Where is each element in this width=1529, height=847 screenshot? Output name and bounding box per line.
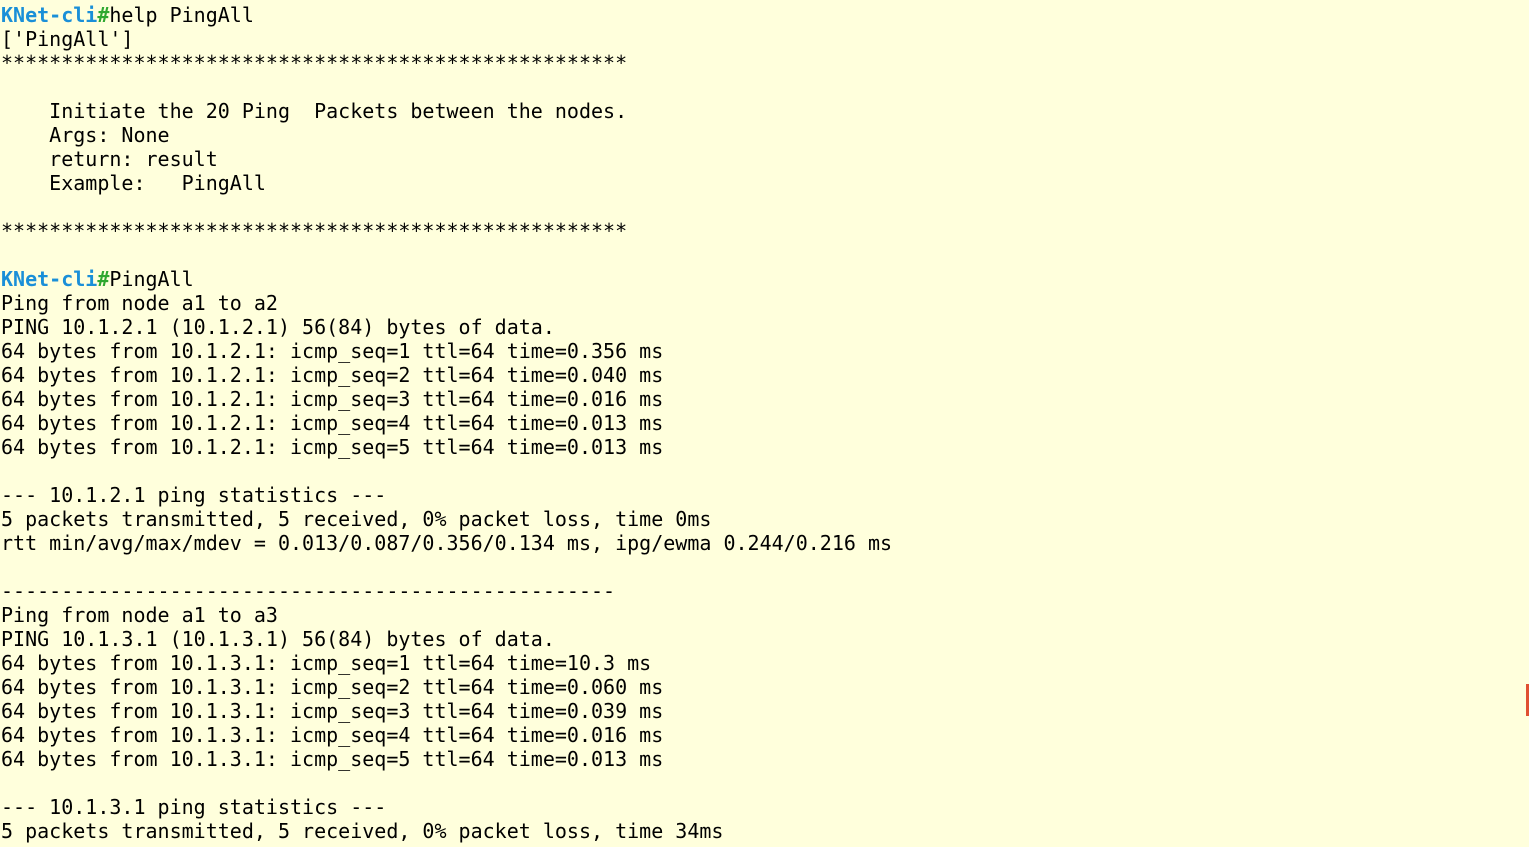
output-line: 64 bytes from 10.1.2.1: icmp_seq=2 ttl=6… bbox=[1, 363, 664, 387]
output-line: 64 bytes from 10.1.3.1: icmp_seq=1 ttl=6… bbox=[1, 651, 652, 675]
output-line: ****************************************… bbox=[1, 219, 628, 243]
output-line: 64 bytes from 10.1.2.1: icmp_seq=3 ttl=6… bbox=[1, 387, 664, 411]
output-line: --- 10.1.2.1 ping statistics --- bbox=[1, 483, 387, 507]
output-line: 64 bytes from 10.1.3.1: icmp_seq=5 ttl=6… bbox=[1, 747, 664, 771]
prompt-line: KNet-cli#PingAll bbox=[1, 267, 1529, 291]
output-line: 5 packets transmitted, 5 received, 0% pa… bbox=[1, 819, 724, 843]
output-line: 64 bytes from 10.1.3.1: icmp_seq=3 ttl=6… bbox=[1, 699, 664, 723]
output-line: PING 10.1.3.1 (10.1.3.1) 56(84) bytes of… bbox=[1, 627, 555, 651]
command-text: PingAll bbox=[109, 267, 194, 291]
prompt-line: KNet-cli#help PingAll bbox=[1, 3, 1529, 27]
prompt-host: KNet-cli bbox=[1, 3, 98, 27]
output-line: 64 bytes from 10.1.2.1: icmp_seq=5 ttl=6… bbox=[1, 435, 664, 459]
output-line: Ping from node a1 to a3 bbox=[1, 603, 278, 627]
prompt-symbol: # bbox=[97, 3, 110, 27]
output-line: --- 10.1.3.1 ping statistics --- bbox=[1, 795, 387, 819]
output-line: PING 10.1.2.1 (10.1.2.1) 56(84) bytes of… bbox=[1, 315, 555, 339]
output-line: 64 bytes from 10.1.2.1: icmp_seq=4 ttl=6… bbox=[1, 411, 664, 435]
terminal-output: KNet-cli#help PingAll ['PingAll'] ********… bbox=[1, 3, 1529, 843]
prompt-symbol: # bbox=[97, 267, 110, 291]
output-line: return: result bbox=[1, 147, 218, 171]
prompt-host: KNet-cli bbox=[1, 267, 98, 291]
output-line: 5 packets transmitted, 5 received, 0% pa… bbox=[1, 507, 712, 531]
terminal-window[interactable]: KNet-cli#help PingAll ['PingAll'] ********… bbox=[0, 0, 1529, 847]
output-line: rtt min/avg/max/mdev = 0.013/0.087/0.356… bbox=[1, 531, 893, 555]
output-line: ****************************************… bbox=[1, 51, 628, 75]
output-line: Initiate the 20 Ping Packets between the… bbox=[1, 99, 628, 123]
command-text: help PingAll bbox=[109, 3, 254, 27]
output-line: 64 bytes from 10.1.2.1: icmp_seq=1 ttl=6… bbox=[1, 339, 664, 363]
output-line: Example: PingAll bbox=[1, 171, 266, 195]
output-line: Ping from node a1 to a2 bbox=[1, 291, 278, 315]
output-line: Args: None bbox=[1, 123, 170, 147]
output-line: ----------------------------------------… bbox=[1, 579, 616, 603]
output-line: 64 bytes from 10.1.3.1: icmp_seq=2 ttl=6… bbox=[1, 675, 664, 699]
output-line: ['PingAll'] bbox=[1, 27, 134, 51]
output-line: 64 bytes from 10.1.3.1: icmp_seq=4 ttl=6… bbox=[1, 723, 664, 747]
